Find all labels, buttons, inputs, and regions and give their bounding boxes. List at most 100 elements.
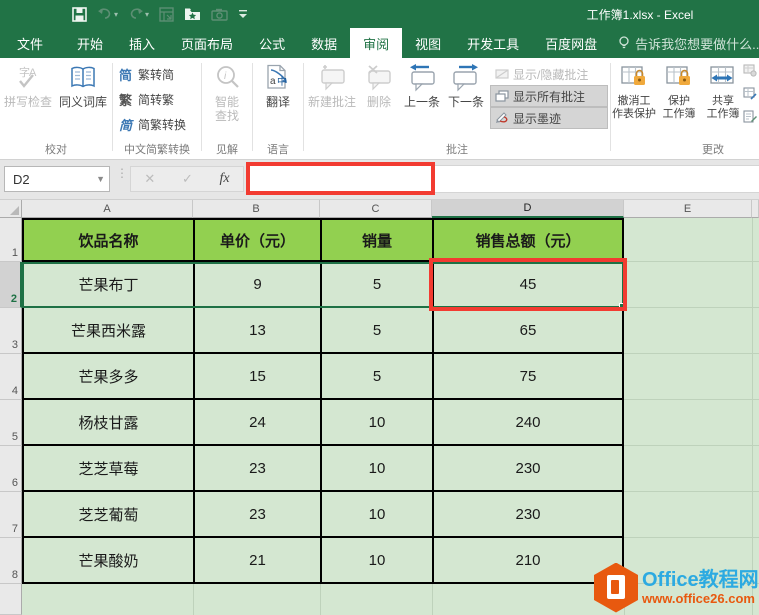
column-header-b[interactable]: B xyxy=(193,200,320,218)
table-cell[interactable]: 23 xyxy=(195,446,320,490)
select-all-corner[interactable] xyxy=(0,200,22,218)
table-cell[interactable]: 芒果西米露 xyxy=(24,308,193,352)
new-comment-button[interactable]: 新建批注 xyxy=(306,61,358,109)
previous-comment-button[interactable]: 上一条 xyxy=(400,61,444,109)
column-header-e[interactable]: E xyxy=(624,200,752,218)
row-header-7[interactable]: 7 xyxy=(0,492,22,538)
row-header-9-partial[interactable] xyxy=(0,584,22,615)
save-icon[interactable] xyxy=(72,0,87,28)
column-header-f-partial[interactable] xyxy=(752,200,759,218)
table-cell[interactable]: 21 xyxy=(195,538,320,582)
tab-baidu-netdisk[interactable]: 百度网盘 xyxy=(532,28,610,58)
table-cell[interactable]: 芝芝草莓 xyxy=(24,446,193,490)
sheet-lock-icon xyxy=(620,61,648,95)
table-cell[interactable]: 15 xyxy=(195,354,320,398)
camera-icon[interactable] xyxy=(211,0,228,28)
row-header-2[interactable]: 2 xyxy=(0,262,22,308)
table-cell[interactable]: 240 xyxy=(434,400,622,444)
tab-review[interactable]: 审阅 xyxy=(350,28,403,58)
group-label-comments: 批注 xyxy=(446,144,468,156)
redo-dropdown-icon[interactable]: ▾ xyxy=(145,10,149,19)
row-header-6[interactable]: 6 xyxy=(0,446,22,492)
cell-d2-active[interactable]: 45 xyxy=(434,262,622,306)
share-workbook-button[interactable]: 共享 工作簿 xyxy=(702,61,744,121)
tab-file[interactable]: 文件 xyxy=(4,28,56,58)
tell-me-box[interactable]: 告诉我您想要做什么... xyxy=(610,28,759,58)
table-cell[interactable]: 5 xyxy=(322,262,432,306)
protect-shared-workbook-icon[interactable] xyxy=(743,64,757,77)
table-cell[interactable]: 10 xyxy=(322,400,432,444)
show-ink-button[interactable]: 显示墨迹 xyxy=(490,107,608,129)
tab-formulas[interactable]: 公式 xyxy=(246,28,298,58)
table-cell[interactable]: 单价（元） xyxy=(195,220,320,260)
trad-to-simp-button[interactable]: 简 繁转简 xyxy=(113,62,201,87)
tab-home[interactable]: 开始 xyxy=(64,28,116,58)
table-cell[interactable]: 芒果酸奶 xyxy=(24,538,193,582)
table-cell[interactable]: 饮品名称 xyxy=(24,220,193,260)
ribbon-tab-bar: 文件 开始 插入 页面布局 公式 数据 审阅 视图 开发工具 百度网盘 告诉我您… xyxy=(0,28,759,58)
table-cell[interactable]: 230 xyxy=(434,446,622,490)
table-cell[interactable]: 23 xyxy=(195,492,320,536)
table-cell[interactable]: 13 xyxy=(195,308,320,352)
allow-edit-ranges-icon[interactable] xyxy=(743,87,757,100)
table-cell[interactable]: 9 xyxy=(195,262,320,306)
formula-input[interactable] xyxy=(246,165,759,193)
name-box-dropdown-icon[interactable]: ▼ xyxy=(96,174,105,184)
undo-icon[interactable]: ▾ xyxy=(97,0,118,28)
track-changes-icon[interactable] xyxy=(743,110,757,123)
translate-button[interactable]: a中 翻译 xyxy=(258,61,298,109)
table-cell[interactable]: 230 xyxy=(434,492,622,536)
table-cell[interactable]: 24 xyxy=(195,400,320,444)
table-cell[interactable]: 10 xyxy=(322,446,432,490)
preview-icon[interactable] xyxy=(159,0,174,28)
tab-data[interactable]: 数据 xyxy=(298,28,350,58)
table-cell[interactable]: 芝芝葡萄 xyxy=(24,492,193,536)
table-cell[interactable]: 销售总额（元） xyxy=(434,220,622,260)
tab-view[interactable]: 视图 xyxy=(402,28,454,58)
redo-icon[interactable]: ▾ xyxy=(128,0,149,28)
undo-dropdown-icon[interactable]: ▾ xyxy=(114,10,118,19)
cancel-icon[interactable]: ✕ xyxy=(144,171,155,187)
name-box[interactable]: D2 ▼ xyxy=(4,166,110,192)
column-header-a[interactable]: A xyxy=(22,200,193,218)
table-cell[interactable]: 75 xyxy=(434,354,622,398)
table-cell[interactable]: 销量 xyxy=(322,220,432,260)
show-all-comments-button[interactable]: 显示所有批注 xyxy=(490,85,608,107)
row-header-5[interactable]: 5 xyxy=(0,400,22,446)
spell-check-button[interactable]: 字A 拼写检查 xyxy=(2,61,54,109)
insert-function-icon[interactable]: fx xyxy=(220,171,230,187)
enter-icon[interactable]: ✓ xyxy=(182,171,193,187)
table-cell[interactable]: 10 xyxy=(322,492,432,536)
protect-workbook-button[interactable]: 保护 工作簿 xyxy=(658,61,700,121)
thesaurus-button[interactable]: 同义词库 xyxy=(56,61,110,109)
folder-star-icon[interactable] xyxy=(184,0,201,28)
table-cell[interactable]: 杨枝甘露 xyxy=(24,400,193,444)
table-cell[interactable]: 5 xyxy=(322,308,432,352)
customize-qat-icon[interactable] xyxy=(238,0,248,28)
row-header-8[interactable]: 8 xyxy=(0,538,22,584)
next-comment-button[interactable]: 下一条 xyxy=(444,61,488,109)
row-header-3[interactable]: 3 xyxy=(0,308,22,354)
unprotect-sheet-button[interactable]: 撤消工 作表保护 xyxy=(612,61,656,121)
table-cell[interactable]: 芒果多多 xyxy=(24,354,193,398)
simp-to-trad-button[interactable]: 繁 简转繁 xyxy=(113,87,201,112)
show-hide-comment-button[interactable]: 显示/隐藏批注 xyxy=(490,63,608,85)
smart-lookup-button[interactable]: i 智能 查找 xyxy=(205,61,249,123)
table-cell[interactable]: 65 xyxy=(434,308,622,352)
table-cell[interactable]: 芒果布丁 xyxy=(24,262,193,306)
column-header-d[interactable]: D xyxy=(432,200,624,218)
row-header-4[interactable]: 4 xyxy=(0,354,22,400)
tab-page-layout[interactable]: 页面布局 xyxy=(168,28,246,58)
quick-access-toolbar: ▾ ▾ xyxy=(72,0,248,28)
tab-insert[interactable]: 插入 xyxy=(116,28,168,58)
delete-comment-button[interactable]: 删除 xyxy=(360,61,398,109)
table-cell[interactable]: 10 xyxy=(322,538,432,582)
show-ink-icon xyxy=(495,112,509,124)
table-cell[interactable]: 5 xyxy=(322,354,432,398)
tab-developer[interactable]: 开发工具 xyxy=(454,28,532,58)
formula-bar-resize-handle[interactable]: ⋮ xyxy=(116,167,128,179)
row-header-1[interactable]: 1 xyxy=(0,218,22,262)
fill-handle[interactable] xyxy=(619,303,626,310)
simp-trad-convert-button[interactable]: 简 简繁转换 xyxy=(113,112,201,137)
column-header-c[interactable]: C xyxy=(320,200,432,218)
